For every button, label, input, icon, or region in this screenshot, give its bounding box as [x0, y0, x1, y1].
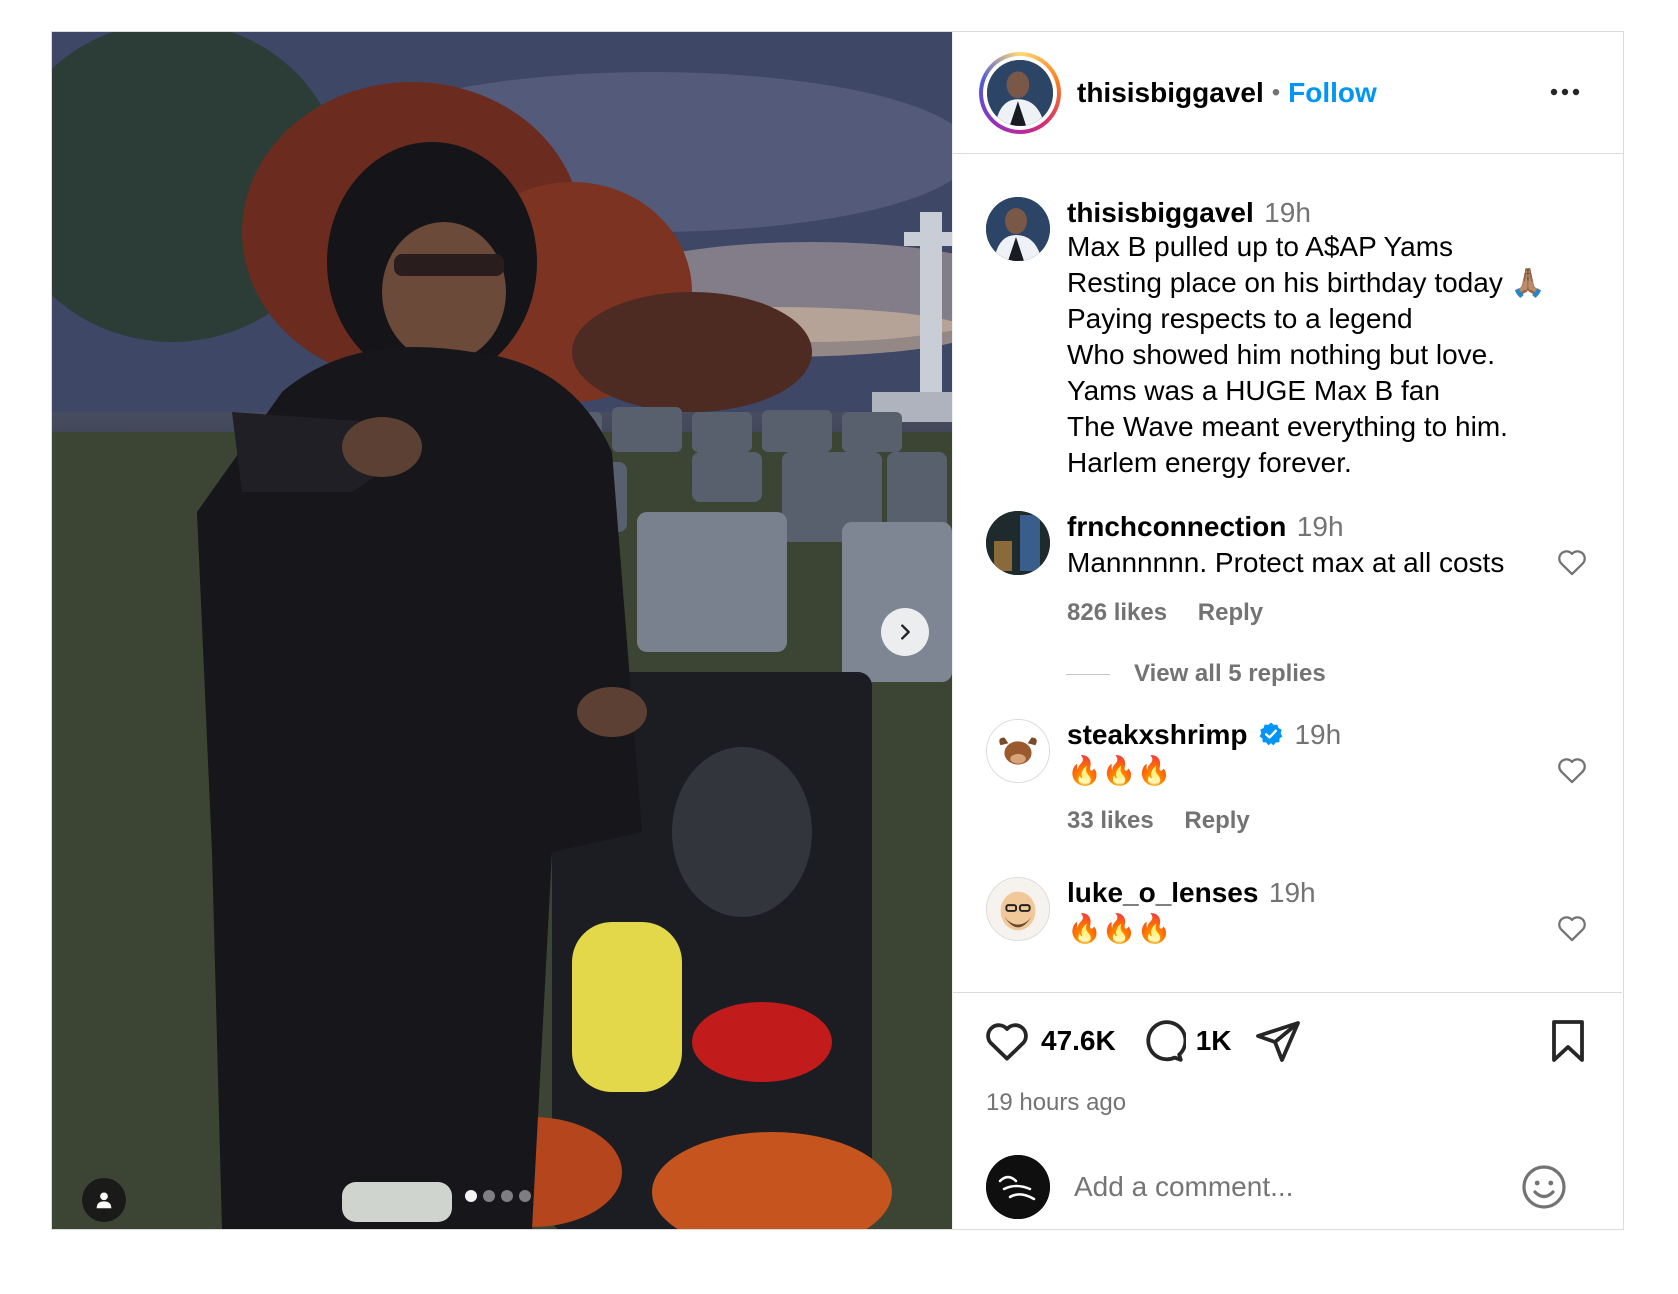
caption: thisisbiggavel 19h Max B pulled up to A$… [986, 197, 1587, 481]
comment-meta: 33 likes Reply [1067, 807, 1587, 835]
tagged-users-button[interactable] [82, 1178, 126, 1222]
post-side-panel: thisisbiggavel • Follow thisisbiggavel 1… [952, 32, 1623, 1229]
photo-scene [52, 32, 952, 1229]
comment-meta: 826 likes Reply [1067, 599, 1587, 627]
comment-likes[interactable]: 33 likes [1067, 807, 1154, 834]
header-username[interactable]: thisisbiggavel [1077, 77, 1264, 109]
profile-photo [987, 878, 1049, 940]
user-tag-icon [96, 1192, 112, 1209]
carousel-indicator [465, 1190, 531, 1202]
follow-button[interactable]: Follow [1288, 77, 1377, 109]
caption-username[interactable]: thisisbiggavel [1067, 197, 1254, 228]
chevron-right-icon [901, 624, 910, 640]
more-options-icon[interactable] [1547, 78, 1583, 106]
like-comment-heart-icon[interactable] [1555, 911, 1589, 945]
replies-divider [1066, 673, 1110, 675]
post-actions: 47.6K 1K 19 hours ago [953, 992, 1622, 1229]
comment-username[interactable]: frnchconnection [1067, 511, 1286, 542]
post-image[interactable] [52, 32, 952, 1229]
comment-time[interactable]: 19h [1297, 511, 1344, 542]
avatar[interactable] [986, 197, 1050, 261]
avatar[interactable] [986, 719, 1050, 783]
comment-body: frnchconnection 19h Mannnnnn. Protect ma… [1067, 511, 1587, 627]
comments-scroll-area[interactable]: thisisbiggavel 19h Max B pulled up to A$… [953, 155, 1622, 992]
comment-body: luke_o_lenses 19h 🔥🔥🔥 [1067, 877, 1587, 947]
comments-count[interactable]: 1K [1196, 1025, 1232, 1057]
profile-photo [986, 1155, 1050, 1219]
comment-icon[interactable] [1138, 1017, 1186, 1065]
avatar[interactable] [987, 59, 1053, 126]
comment-text: Mannnnnn. Protect max at all costs [1067, 547, 1505, 578]
comment-likes[interactable]: 826 likes [1067, 599, 1167, 626]
profile-photo [986, 197, 1050, 261]
caption-body: thisisbiggavel 19h Max B pulled up to A$… [1067, 197, 1587, 481]
add-comment-input[interactable] [1074, 1171, 1504, 1203]
emoji-icon[interactable] [1520, 1163, 1568, 1211]
comment: frnchconnection 19h Mannnnnn. Protect ma… [986, 511, 1587, 627]
reply-button[interactable]: Reply [1198, 599, 1263, 626]
carousel-next-button[interactable] [881, 608, 929, 656]
share-icon[interactable] [1254, 1017, 1302, 1065]
bookmark-icon[interactable] [1544, 1017, 1592, 1065]
carousel-dot [519, 1190, 531, 1202]
comment-body: steakxshrimp 19h 🔥🔥🔥 33 likes Reply [1067, 719, 1587, 835]
post-timestamp[interactable]: 19 hours ago [986, 1089, 1126, 1117]
comment-username[interactable]: steakxshrimp [1067, 719, 1248, 750]
comment-time[interactable]: 19h [1269, 877, 1316, 908]
profile-photo [987, 720, 1049, 782]
profile-photo [987, 59, 1053, 126]
current-user-avatar[interactable] [986, 1155, 1050, 1219]
avatar[interactable] [986, 877, 1050, 941]
carousel-dot [465, 1190, 477, 1202]
view-replies-button[interactable]: View all 5 replies [1066, 660, 1326, 688]
reply-button[interactable]: Reply [1184, 807, 1249, 834]
caption-time[interactable]: 19h [1264, 197, 1311, 228]
heart-icon[interactable] [983, 1017, 1031, 1065]
comment-username[interactable]: luke_o_lenses [1067, 877, 1258, 908]
avatar-ring-inner [983, 55, 1057, 130]
add-comment-bar [986, 1155, 1586, 1219]
verified-badge-icon [1259, 722, 1283, 746]
view-replies-label: View all 5 replies [1134, 660, 1326, 687]
comment-time[interactable]: 19h [1294, 719, 1341, 750]
post-header: thisisbiggavel • Follow [953, 32, 1623, 154]
caption-text: Max B pulled up to A$AP Yams Resting pla… [1067, 231, 1546, 478]
comment: luke_o_lenses 19h 🔥🔥🔥 [986, 877, 1587, 947]
comment: steakxshrimp 19h 🔥🔥🔥 33 likes Reply [986, 719, 1587, 835]
carousel-dot [483, 1190, 495, 1202]
comment-text: 🔥🔥🔥 [1067, 755, 1172, 786]
separator-dot: • [1271, 78, 1281, 106]
avatar[interactable] [986, 511, 1050, 575]
like-comment-heart-icon[interactable] [1555, 753, 1589, 787]
likes-count[interactable]: 47.6K [1041, 1025, 1116, 1057]
like-comment-heart-icon[interactable] [1555, 545, 1589, 579]
carousel-dot [501, 1190, 513, 1202]
action-bar: 47.6K 1K [983, 1017, 1302, 1065]
story-ring[interactable] [979, 51, 1061, 134]
profile-photo [986, 511, 1050, 575]
comment-text: 🔥🔥🔥 [1067, 913, 1172, 944]
instagram-post: thisisbiggavel • Follow thisisbiggavel 1… [51, 31, 1624, 1230]
